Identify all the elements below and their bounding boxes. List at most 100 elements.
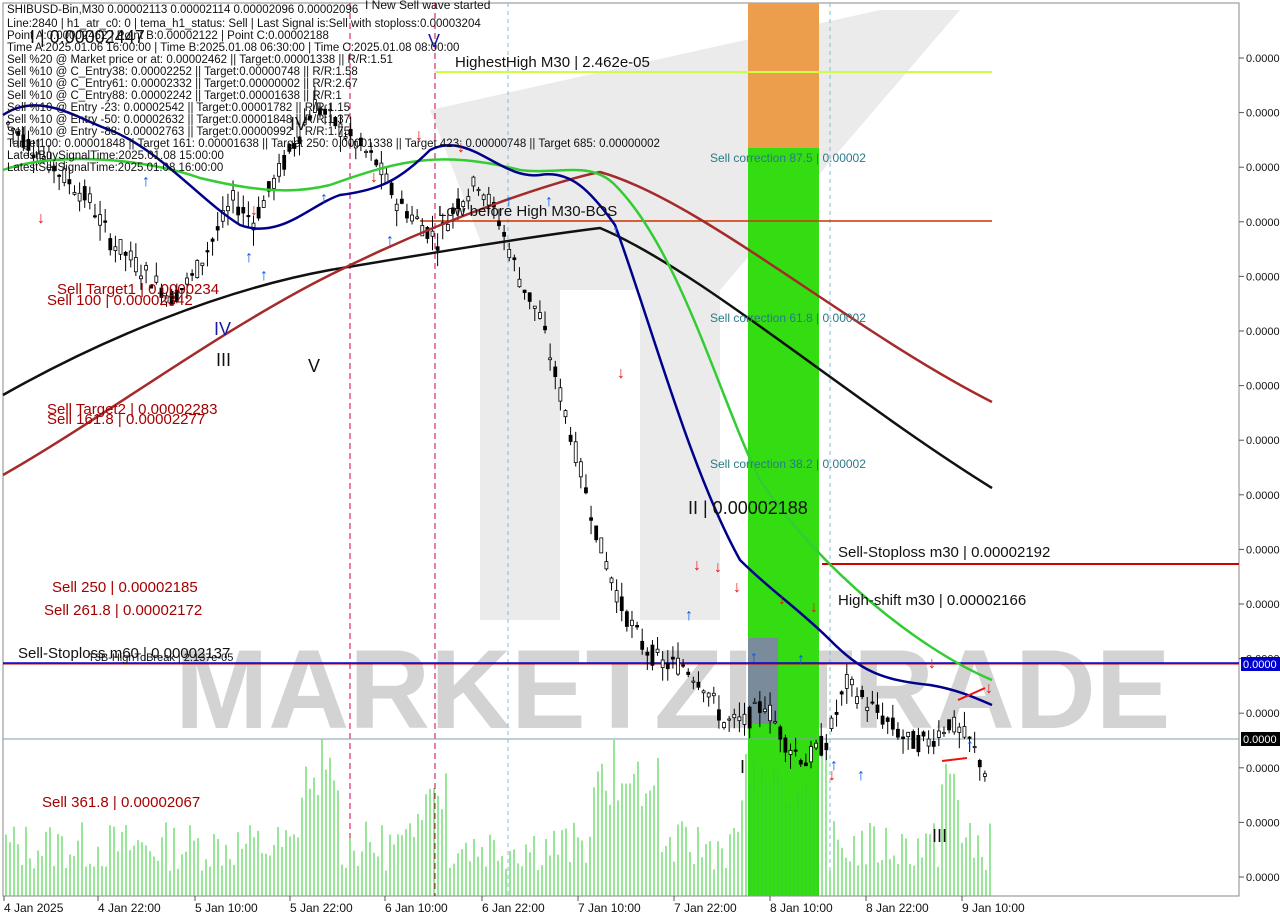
candle-body xyxy=(788,750,793,755)
candle-body xyxy=(553,366,558,378)
candle-body xyxy=(139,275,143,280)
highest-high-label: HighestHigh M30 | 2.462e-05 xyxy=(455,54,650,71)
candle-body xyxy=(655,648,660,653)
candle-body xyxy=(584,487,588,494)
candle-body xyxy=(98,214,102,226)
candle-body xyxy=(727,718,732,721)
candle-body xyxy=(650,644,655,666)
candle-body xyxy=(722,722,726,729)
candle-body xyxy=(717,709,721,721)
sell-arrow-icon: ↓ xyxy=(810,599,818,616)
candle-body xyxy=(763,708,767,712)
candle-body xyxy=(660,659,665,669)
x-tick-label: 8 Jan 22:00 xyxy=(866,901,929,915)
y-tick-label: 0.0000 xyxy=(1246,708,1280,720)
candle-body xyxy=(936,730,941,738)
wave-v-label: V xyxy=(308,356,320,376)
candle-body xyxy=(916,734,921,753)
info-line: Sell %20 @ Market price or at: 0.0000246… xyxy=(7,54,393,66)
candle-body xyxy=(190,273,195,276)
buy-arrow-icon: ↑ xyxy=(260,267,268,284)
candle-body xyxy=(880,715,885,725)
candle-body xyxy=(578,461,583,478)
y-tick-label: 0.0000 xyxy=(1246,381,1280,393)
candle-body xyxy=(768,704,772,722)
wave-i-label: I xyxy=(740,757,745,777)
wave-iii-b-label: III xyxy=(932,826,947,846)
candle-body xyxy=(77,192,82,202)
y-tick-label: 0.0000 xyxy=(1246,872,1280,884)
candle-body xyxy=(435,246,440,251)
buy-arrow-icon: ↑ xyxy=(797,651,805,668)
info-line: Sell %10 @ Entry -50: 0.00002632 || Targ… xyxy=(7,114,351,126)
candle-body xyxy=(532,305,537,309)
candle-body xyxy=(405,211,409,219)
sell-arrow-icon: ↓ xyxy=(693,557,701,574)
candle-body xyxy=(445,224,450,231)
low-before-high-label: Low before High M30-BOS xyxy=(438,203,617,220)
candle-body xyxy=(231,190,235,201)
candle-body xyxy=(82,186,87,201)
wave-iii-label: III xyxy=(216,350,231,370)
buy-arrow-icon: ↑ xyxy=(386,232,394,249)
candle-body xyxy=(389,182,394,196)
sell-2618-label: Sell 261.8 | 0.00002172 xyxy=(44,602,202,619)
sell-arrow-icon: ↓ xyxy=(985,680,993,697)
candle-body xyxy=(619,596,624,612)
candle-body xyxy=(742,713,747,725)
candle-body xyxy=(215,226,220,231)
sell-arrow-icon: ↓ xyxy=(37,210,45,227)
candle-body xyxy=(113,246,118,251)
candle-body xyxy=(527,292,532,302)
info-line: Sell %10 @ C_Entry38: 0.00002252 || Targ… xyxy=(7,66,358,78)
sell-arrow-icon: ↓ xyxy=(928,655,936,672)
x-tick-label: 8 Jan 10:00 xyxy=(770,901,833,915)
candle-body xyxy=(282,154,287,170)
buy-arrow-icon: ↑ xyxy=(320,190,328,207)
buy-arrow-icon: ↑ xyxy=(857,767,865,784)
price-tag-blue-text: 0.0000 xyxy=(1243,659,1277,671)
candle-body xyxy=(711,692,716,697)
candle-body xyxy=(369,150,374,153)
buy-arrow-icon: ↑ xyxy=(142,173,150,190)
candle-body xyxy=(543,325,547,331)
candle-body xyxy=(839,691,844,695)
candle-body xyxy=(896,728,900,738)
sell-1618-label: Sell 161.8 | 0.00002277 xyxy=(47,411,205,428)
x-tick-label: 7 Jan 22:00 xyxy=(674,901,737,915)
candle-body xyxy=(752,701,757,704)
info-line: Sell %10 @ Entry -88: 0.00002763 || Targ… xyxy=(7,126,351,138)
candle-body xyxy=(226,205,230,212)
y-tick-label: 0.0000 xyxy=(1246,53,1280,65)
sell-correction-382-label: Sell correction 38.2 | 0.00002 xyxy=(710,457,866,471)
candle-body xyxy=(906,731,911,737)
candle-body xyxy=(241,207,246,214)
y-tick-label: 0.0000 xyxy=(1246,108,1280,120)
candle-body xyxy=(594,525,599,541)
candle-body xyxy=(497,220,501,227)
candle-body xyxy=(471,176,476,187)
candle-body xyxy=(522,289,527,293)
y-tick-label: 0.0000 xyxy=(1246,326,1280,338)
candle-body xyxy=(236,206,241,216)
candle-body xyxy=(123,251,128,256)
y-tick-label: 0.0000 xyxy=(1246,162,1280,174)
candle-body xyxy=(747,706,752,729)
buy-arrow-icon: ↑ xyxy=(245,249,253,266)
candle-body xyxy=(374,159,379,166)
candle-body xyxy=(926,738,931,747)
sell-arrow-icon: ↓ xyxy=(778,591,786,608)
wave-ii-label: II | 0.00002188 xyxy=(688,498,808,518)
candle-body xyxy=(128,250,133,261)
candle-body xyxy=(93,215,97,218)
candle-body xyxy=(798,760,803,765)
sell-correction-618-label: Sell correction 61.8 | 0.00002 xyxy=(710,311,866,325)
candle-body xyxy=(466,196,471,202)
candle-body xyxy=(824,742,829,751)
orange-zone xyxy=(748,3,819,148)
info-line: LatestSellSignalTime:2025.01.08 16:00:00 xyxy=(7,162,224,174)
candle-body xyxy=(261,200,266,208)
candle-body xyxy=(614,590,619,603)
candle-body xyxy=(512,257,517,261)
wave-iv-label: IV xyxy=(214,319,231,339)
